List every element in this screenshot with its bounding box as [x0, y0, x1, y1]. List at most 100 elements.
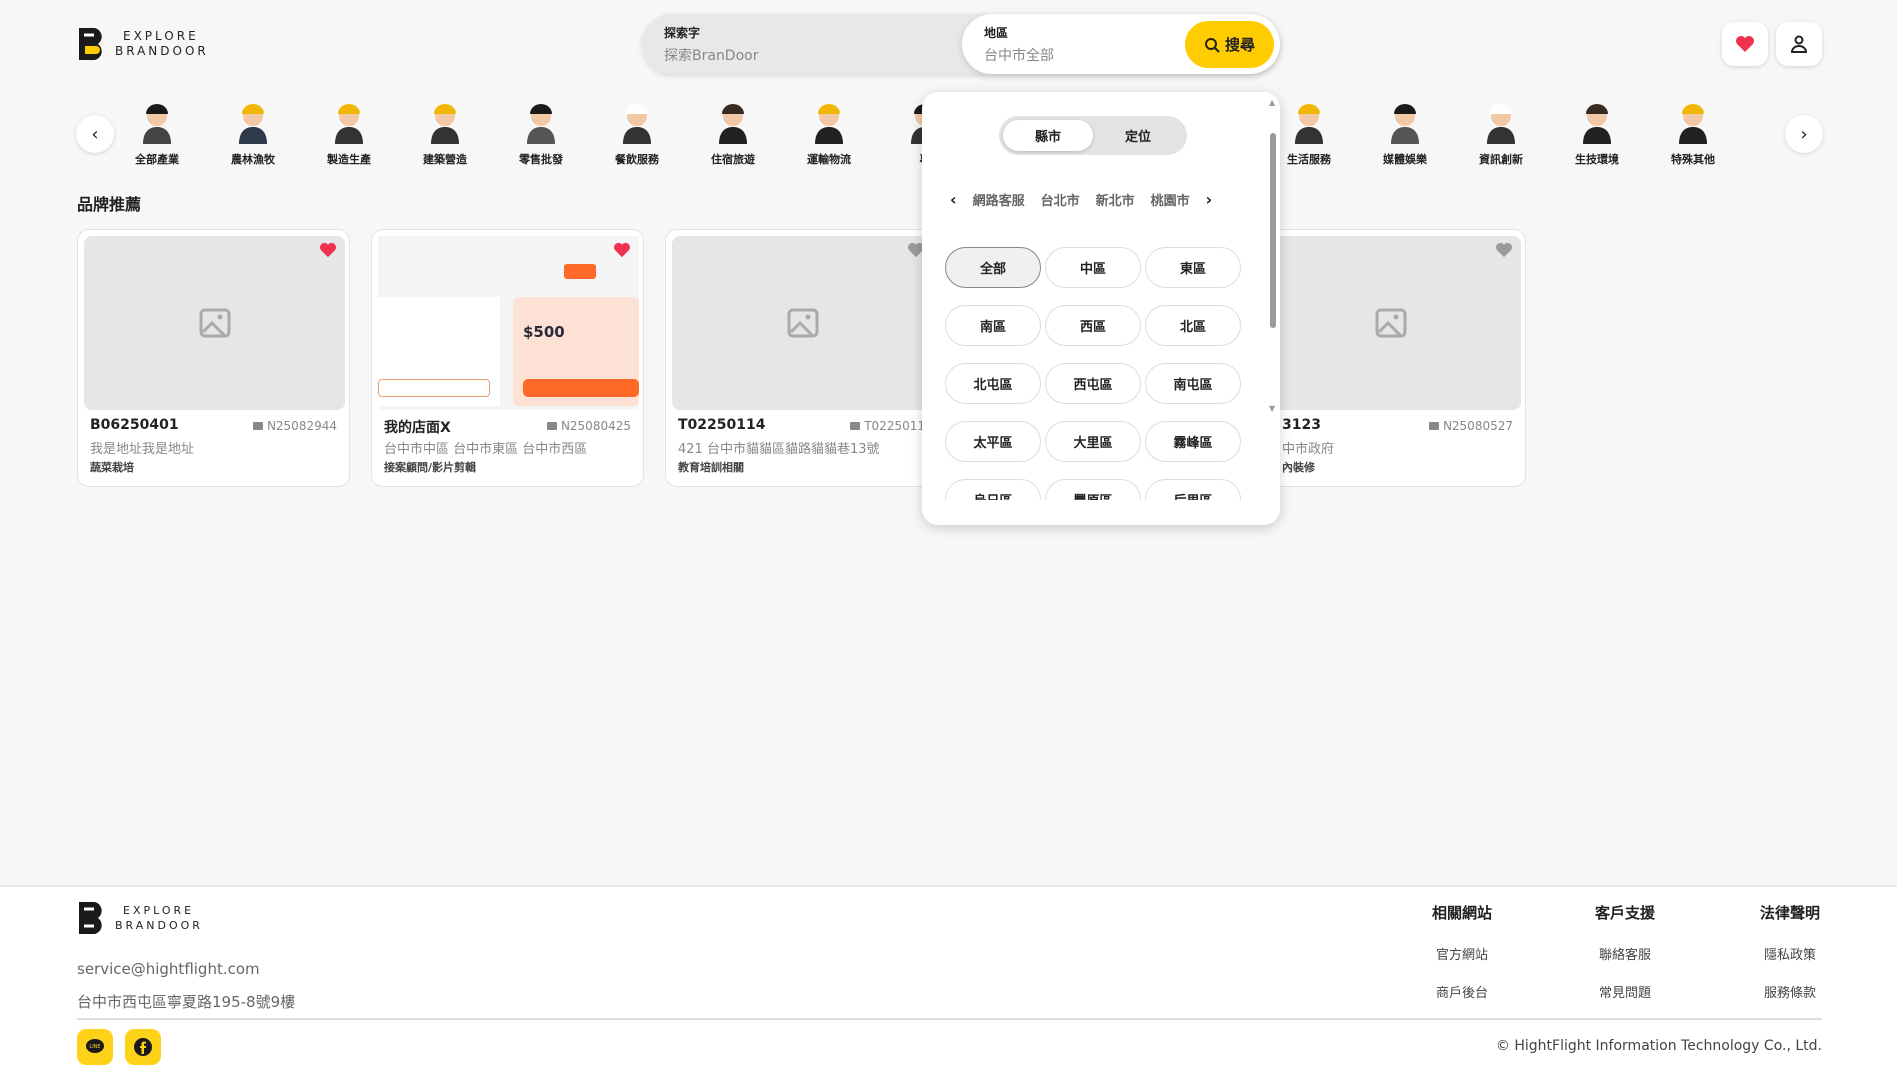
- card-tag: 教育培訓相關: [678, 461, 744, 474]
- region-dropdown: 縣市 定位 ‹ 網路客服 台北市 新北市 桃園市 › 全部 中區 東區南區 西區 北區北…: [922, 92, 1280, 525]
- district-option[interactable]: 北屯區: [945, 363, 1041, 404]
- district-option[interactable]: 西區: [1045, 305, 1141, 346]
- category-label: 全部產業: [135, 153, 179, 166]
- district-grid: 全部中區東區南區西區北區北屯區西屯區南屯區太平區大里區霧峰區烏日區豐原區后里區: [945, 247, 1245, 500]
- card-image: [1260, 236, 1521, 410]
- image-placeholder-icon: [1375, 308, 1406, 338]
- district-option[interactable]: 南區: [945, 305, 1041, 346]
- city-tab[interactable]: 桃園市: [1151, 190, 1190, 209]
- district-option[interactable]: 北區: [1145, 305, 1241, 346]
- district-option[interactable]: 中區: [1045, 247, 1141, 288]
- category-avatar-icon: [239, 104, 267, 144]
- chevron-left-icon: ‹: [91, 123, 99, 145]
- heart-icon[interactable]: [613, 242, 631, 258]
- category-item[interactable]: 資訊創新: [1456, 98, 1546, 167]
- category-prev-button[interactable]: ‹: [76, 115, 114, 153]
- category-item[interactable]: 零售批發: [496, 98, 586, 167]
- category-avatar-icon: [815, 104, 843, 144]
- category-item[interactable]: 媒體娛樂: [1360, 98, 1450, 167]
- footer-email[interactable]: service@hightflight.com: [77, 960, 260, 978]
- card-image: [672, 236, 933, 410]
- category-item[interactable]: 農林漁牧: [208, 98, 298, 167]
- category-next-button[interactable]: ›: [1785, 115, 1823, 153]
- id-card-icon: [546, 422, 557, 430]
- facebook-icon: [134, 1038, 152, 1056]
- card-tag: 內裝修: [1282, 461, 1315, 474]
- district-option[interactable]: 后里區: [1145, 479, 1241, 500]
- heart-icon[interactable]: [319, 242, 337, 258]
- footer-link[interactable]: 服務條款: [1740, 982, 1840, 1001]
- city-tab[interactable]: 網路客服: [973, 190, 1025, 209]
- district-option[interactable]: 太平區: [945, 421, 1041, 462]
- footer-link[interactable]: 聯絡客服: [1575, 944, 1675, 963]
- brandoor-logo-icon: [79, 28, 102, 60]
- footer-link[interactable]: 商戶後台: [1412, 982, 1512, 1001]
- scrollbar[interactable]: ▲ ▼: [1268, 92, 1278, 525]
- brand-card[interactable]: $500 我的店面X N25080425 台中市中區 台中市東區 台中市西區 接…: [371, 229, 644, 487]
- district-option[interactable]: 全部: [945, 247, 1041, 288]
- brand-card[interactable]: B06250401 N25082944 我是地址我是地址 蔬菜栽培: [77, 229, 350, 487]
- card-id-text: T0225011: [864, 419, 925, 433]
- footer-logo[interactable]: EXPLORE BRANDOOR: [77, 900, 203, 936]
- card-id: N25080425: [546, 419, 631, 433]
- scroll-down-icon[interactable]: ▼: [1269, 404, 1275, 413]
- heart-icon[interactable]: [1495, 242, 1513, 258]
- footer-link[interactable]: 隱私政策: [1740, 944, 1840, 963]
- category-item[interactable]: 運輸物流: [784, 98, 874, 167]
- chevron-left-icon[interactable]: ‹: [950, 190, 957, 209]
- district-option[interactable]: 烏日區: [945, 479, 1041, 500]
- tab-location[interactable]: 定位: [1093, 120, 1183, 151]
- facebook-button[interactable]: [125, 1029, 161, 1065]
- category-item[interactable]: 全部產業: [112, 98, 202, 167]
- search-icon: [1204, 37, 1220, 53]
- account-button[interactable]: [1776, 22, 1822, 66]
- category-item[interactable]: 建築營造: [400, 98, 490, 167]
- footer-column-title: 法律聲明: [1759, 904, 1820, 922]
- tab-county[interactable]: 縣市: [1003, 120, 1093, 151]
- category-item[interactable]: 製造生產: [304, 98, 394, 167]
- card-address: 我是地址我是地址: [90, 442, 195, 457]
- category-label: 住宿旅遊: [711, 153, 755, 166]
- footer-link[interactable]: 官方網站: [1412, 944, 1512, 963]
- category-avatar-icon: [1391, 104, 1419, 144]
- favorites-button[interactable]: [1722, 22, 1768, 66]
- brand-card[interactable]: 3123 N25080527 中市政府 內裝修: [1253, 229, 1526, 487]
- category-avatar-icon: [1583, 104, 1611, 144]
- logo-line2: BRANDOOR: [115, 919, 203, 932]
- district-option[interactable]: 大里區: [1045, 421, 1141, 462]
- line-button[interactable]: LINE: [77, 1029, 113, 1065]
- category-item[interactable]: 生技環境: [1552, 98, 1642, 167]
- card-image: $500: [378, 236, 639, 410]
- keyword-input[interactable]: 探索BranDoor: [664, 45, 940, 65]
- category-avatar-icon: [1679, 104, 1707, 144]
- chevron-right-icon: ›: [1800, 123, 1808, 145]
- district-option[interactable]: 東區: [1145, 247, 1241, 288]
- district-option[interactable]: 豐原區: [1045, 479, 1141, 500]
- category-label: 餐飲服務: [615, 153, 659, 166]
- logo-line1: EXPLORE: [123, 904, 195, 917]
- copyright: © HightFlight Information Technology Co.…: [1495, 1038, 1822, 1054]
- footer-link[interactable]: 常見問題: [1575, 982, 1675, 1001]
- city-tab[interactable]: 台北市: [1041, 190, 1080, 209]
- card-id: T0225011: [850, 419, 925, 433]
- image-placeholder-icon: [199, 308, 230, 338]
- category-avatar-icon: [1487, 104, 1515, 144]
- logo[interactable]: EXPLORE BRANDOOR: [77, 26, 209, 62]
- city-tab[interactable]: 新北市: [1096, 190, 1135, 209]
- category-item[interactable]: 特殊其他: [1648, 98, 1738, 167]
- card-id-text: N25082944: [266, 419, 337, 433]
- district-option[interactable]: 西屯區: [1045, 363, 1141, 404]
- district-option[interactable]: 南屯區: [1145, 363, 1241, 404]
- keyword-field[interactable]: 探索字 探索BranDoor: [642, 14, 962, 74]
- scroll-up-icon[interactable]: ▲: [1269, 98, 1275, 107]
- search-button-label: 搜尋: [1224, 37, 1255, 54]
- category-label: 零售批發: [519, 153, 563, 166]
- category-item[interactable]: 住宿旅遊: [688, 98, 778, 167]
- search-button[interactable]: 搜尋: [1185, 21, 1274, 68]
- district-option[interactable]: 霧峰區: [1145, 421, 1241, 462]
- brand-card[interactable]: T02250114 T0225011 421 台中市貓貓區貓路貓貓巷13號 教育…: [665, 229, 938, 487]
- chevron-right-icon[interactable]: ›: [1206, 190, 1213, 209]
- search-bar: 探索字 探索BranDoor 地區 台中市全部 搜尋: [642, 14, 1280, 74]
- scrollbar-thumb[interactable]: [1270, 133, 1276, 328]
- category-item[interactable]: 餐飲服務: [592, 98, 682, 167]
